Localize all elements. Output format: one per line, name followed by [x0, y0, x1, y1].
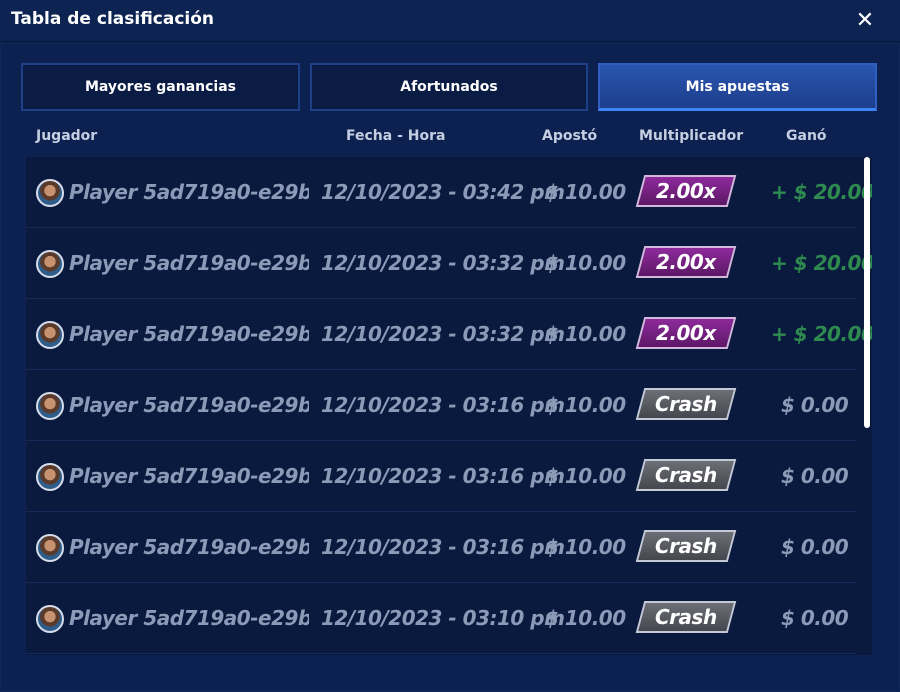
table-row: Player 5ad719a0-e29b-5012... 12/10/2023 … — [26, 441, 856, 512]
bet-amount: $ 10.00 — [545, 393, 626, 417]
avatar — [36, 321, 64, 349]
player-name: Player 5ad719a0-e29b-5012... — [69, 464, 309, 488]
multiplier-value: Crash — [655, 605, 717, 629]
column-header-bet: Apostó — [542, 128, 598, 144]
table-row: Player 5ad719a0-e29b-5012... 12/10/2023 … — [26, 583, 856, 654]
won-amount: + $ 20.00 — [771, 322, 872, 346]
avatar — [36, 534, 64, 562]
title-bar: Tabla de clasificación ✕ — [0, 0, 900, 42]
player-name: Player 5ad719a0-e29b-5012... — [69, 393, 309, 417]
close-icon[interactable]: ✕ — [852, 8, 878, 34]
multiplier-value: 2.00x — [656, 321, 716, 345]
player-name: Player 5ad719a0-e29b-5012... — [69, 535, 309, 559]
bet-datetime: 12/10/2023 - 03:16 pm — [321, 393, 565, 417]
multiplier-badge: 2.00x — [635, 317, 737, 349]
bet-amount: $ 10.00 — [545, 180, 626, 204]
avatar — [36, 179, 64, 207]
player-name: Player 5ad719a0-e29b-5012... — [69, 322, 309, 346]
multiplier-badge: 2.00x — [635, 246, 737, 278]
bet-amount: $ 10.00 — [545, 535, 626, 559]
multiplier-badge: 2.00x — [635, 175, 737, 207]
bet-datetime: 12/10/2023 - 03:16 pm — [321, 464, 565, 488]
bet-amount: $ 10.00 — [545, 251, 626, 275]
table-row: Player 5ad719a0-e29b-5012... 12/10/2023 … — [26, 512, 856, 583]
multiplier-value: Crash — [655, 534, 717, 558]
table-row: Player 5ad719a0-e29b-5012... 12/10/2023 … — [26, 370, 856, 441]
won-amount: $ 0.00 — [781, 464, 849, 488]
multiplier-value: Crash — [655, 392, 717, 416]
player-name: Player 5ad719a0-e29b-5012... — [69, 606, 309, 630]
table-row: Player 5ad719a0-e29b-5012... 12/10/2023 … — [26, 157, 872, 228]
won-amount: $ 0.00 — [781, 393, 849, 417]
tab-afortunados[interactable]: Afortunados — [310, 63, 588, 111]
bet-amount: $ 10.00 — [545, 322, 626, 346]
window-title: Tabla de clasificación — [11, 9, 215, 29]
tab-mis-apuestas[interactable]: Mis apuestas — [598, 63, 877, 111]
player-name: Player 5ad719a0-e29b-5012... — [69, 180, 309, 204]
avatar — [36, 392, 64, 420]
won-amount: + $ 20.00 — [771, 180, 872, 204]
bet-datetime: 12/10/2023 - 03:42 pm — [321, 180, 565, 204]
won-amount: $ 0.00 — [781, 606, 849, 630]
multiplier-value: 2.00x — [656, 250, 716, 274]
column-header-won: Ganó — [786, 128, 827, 144]
player-name: Player 5ad719a0-e29b-5012... — [69, 251, 309, 275]
crash-badge: Crash — [635, 459, 737, 491]
table-row: Player 5ad719a0-e29b-5012... 12/10/2023 … — [26, 299, 872, 370]
avatar — [36, 463, 64, 491]
crash-badge: Crash — [635, 388, 737, 420]
multiplier-value: Crash — [655, 463, 717, 487]
crash-badge: Crash — [635, 530, 737, 562]
bet-datetime: 12/10/2023 - 03:32 pm — [321, 251, 565, 275]
crash-badge: Crash — [635, 601, 737, 633]
column-header-datetime: Fecha - Hora — [346, 128, 446, 144]
multiplier-value: 2.00x — [656, 179, 716, 203]
won-amount: $ 0.00 — [781, 535, 849, 559]
scrollbar[interactable] — [864, 157, 870, 428]
bet-datetime: 12/10/2023 - 03:10 pm — [321, 606, 565, 630]
avatar — [36, 605, 64, 633]
table-row: Player 5ad719a0-e29b-5012... 12/10/2023 … — [26, 228, 872, 299]
avatar — [36, 250, 64, 278]
won-amount: + $ 20.00 — [771, 251, 872, 275]
column-header-multiplier: Multiplicador — [639, 128, 744, 144]
bet-datetime: 12/10/2023 - 03:16 pm — [321, 535, 565, 559]
bet-amount: $ 10.00 — [545, 464, 626, 488]
bet-datetime: 12/10/2023 - 03:32 pm — [321, 322, 565, 346]
bet-amount: $ 10.00 — [545, 606, 626, 630]
column-header-player: Jugador — [36, 128, 98, 144]
bets-table: Player 5ad719a0-e29b-5012... 12/10/2023 … — [26, 157, 872, 655]
tab-mayores-ganancias[interactable]: Mayores ganancias — [21, 63, 300, 111]
